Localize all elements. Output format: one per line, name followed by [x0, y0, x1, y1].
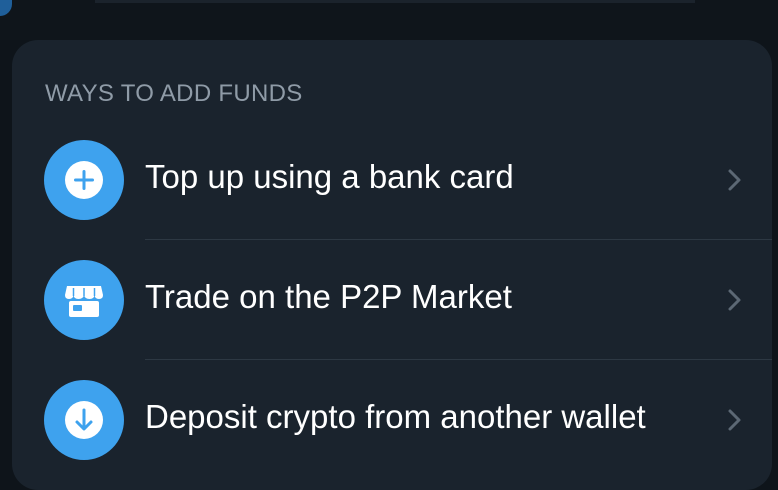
option-label: Top up using a bank card	[145, 158, 514, 195]
plus-circle-icon	[44, 140, 124, 220]
option-top-up-bank-card[interactable]: Top up using a bank card	[12, 120, 772, 240]
top-bar-edge	[95, 0, 695, 3]
store-icon	[44, 260, 124, 340]
chevron-right-icon	[728, 169, 741, 191]
chevron-right-icon	[728, 409, 741, 431]
option-deposit-crypto[interactable]: Deposit crypto from another wallet	[12, 360, 772, 480]
section-header: WAYS TO ADD FUNDS	[45, 80, 303, 107]
option-label: Deposit crypto from another wallet	[145, 398, 646, 435]
corner-accent	[0, 0, 12, 16]
add-funds-sheet: WAYS TO ADD FUNDS Top up using a bank ca…	[12, 40, 772, 490]
background-top-strip	[0, 0, 778, 40]
chevron-right-icon	[728, 289, 741, 311]
option-label: Trade on the P2P Market	[145, 278, 512, 315]
arrow-down-circle-icon	[44, 380, 124, 460]
option-trade-p2p-market[interactable]: Trade on the P2P Market	[12, 240, 772, 360]
